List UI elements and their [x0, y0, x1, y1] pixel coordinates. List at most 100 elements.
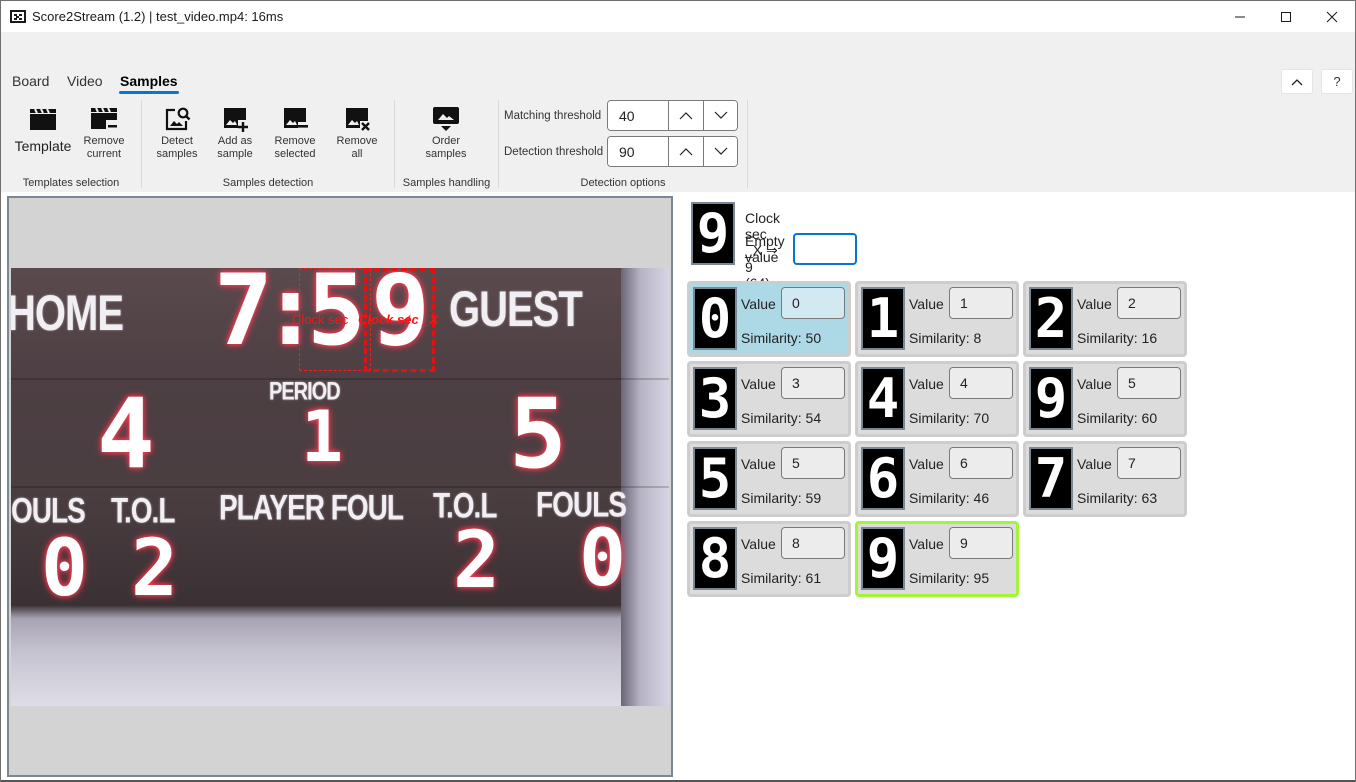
sample-value-input[interactable]: [1117, 287, 1181, 319]
detect-samples-button[interactable]: Detect samples: [152, 105, 202, 161]
template-label: Template: [14, 138, 72, 154]
home-tol-value: 2: [131, 524, 178, 614]
region-label-clock-sec-x: Clock sec _X: [358, 312, 439, 327]
sample-similarity: Similarity: 63: [1077, 490, 1158, 506]
group-templates-selection: Template Remove current Templates select…: [1, 97, 141, 192]
matching-threshold-decrement[interactable]: [703, 101, 737, 130]
sample-thumbnail: 7: [1029, 447, 1073, 510]
sample-value-input[interactable]: [781, 527, 845, 559]
add-as-sample-button[interactable]: Add as sample: [210, 105, 260, 161]
group-label-samples-handling: Samples handling: [402, 177, 491, 189]
sample-thumbnail: 9: [1029, 367, 1073, 430]
clapperboard-icon: [29, 105, 57, 133]
sample-card[interactable]: 1 Value Similarity: 8: [855, 281, 1019, 357]
sample-card[interactable]: 9 Value Similarity: 95: [855, 521, 1019, 597]
chevron-down-icon: [714, 111, 727, 119]
sample-similarity: Similarity: 70: [909, 410, 990, 426]
sample-value-input[interactable]: [949, 527, 1013, 559]
sample-value-input[interactable]: [1117, 367, 1181, 399]
sample-value-input[interactable]: [1117, 447, 1181, 479]
sample-card[interactable]: 9 Value Similarity: 60: [1023, 361, 1187, 437]
minimize-button[interactable]: [1217, 1, 1263, 32]
remove-all-label: Remove all: [336, 135, 378, 160]
matching-threshold-increment[interactable]: [669, 101, 703, 130]
sample-thumbnail: 4: [861, 367, 905, 430]
video-viewer[interactable]: HOME GUEST PERIOD OULS T.O.L PLAYER FOUL…: [7, 196, 673, 777]
group-separator: [747, 100, 748, 188]
sample-value-label: Value: [909, 296, 944, 312]
sample-card[interactable]: 5 Value Similarity: 59: [687, 441, 851, 517]
tab-video[interactable]: Video: [67, 73, 103, 89]
sample-card[interactable]: 3 Value Similarity: 54: [687, 361, 851, 437]
detection-threshold-input[interactable]: [608, 137, 669, 166]
sample-thumbnail: 9: [861, 527, 905, 590]
sample-value-label: Value: [741, 536, 776, 552]
close-button[interactable]: [1309, 1, 1355, 32]
sample-value-input[interactable]: [781, 367, 845, 399]
sample-value-input[interactable]: [949, 447, 1013, 479]
scoreboard-label-home: HOME: [11, 286, 124, 341]
guest-fouls-value: 0: [579, 514, 626, 604]
sample-value-input[interactable]: [949, 367, 1013, 399]
detection-threshold-spinner: [607, 136, 738, 167]
maximize-icon: [1281, 11, 1291, 22]
sample-card[interactable]: 8 Value Similarity: 61: [687, 521, 851, 597]
remove-current-label: Remove current: [83, 135, 125, 160]
empty-value-input[interactable]: [792, 233, 857, 265]
sample-value-label: Value: [741, 296, 776, 312]
tab-samples[interactable]: Samples: [119, 73, 179, 94]
period-value: 1: [301, 396, 344, 478]
app-logo-icon: [10, 10, 26, 23]
sample-similarity: Similarity: 60: [1077, 410, 1158, 426]
sample-value-input[interactable]: [781, 447, 845, 479]
matching-threshold-spinner: [607, 100, 738, 131]
sample-thumbnail: 3: [693, 367, 737, 430]
maximize-button[interactable]: [1263, 1, 1309, 32]
region-label-clock-sec: Clock sec: [292, 312, 349, 327]
sample-value-input[interactable]: [781, 287, 845, 319]
sample-similarity: Similarity: 50: [741, 330, 822, 346]
sample-thumbnail: 5: [693, 447, 737, 510]
sample-thumbnail: 0: [693, 287, 737, 350]
sample-card[interactable]: 6 Value Similarity: 46: [855, 441, 1019, 517]
sample-card[interactable]: 7 Value Similarity: 63: [1023, 441, 1187, 517]
sample-similarity: Similarity: 95: [909, 570, 990, 586]
sample-digit: 9: [866, 527, 900, 590]
minimize-icon: [1235, 16, 1245, 17]
detection-threshold-row: Detection threshold: [504, 136, 738, 167]
sample-value-input[interactable]: [949, 287, 1013, 319]
tab-board[interactable]: Board: [12, 73, 49, 89]
matching-threshold-label: Matching threshold: [504, 109, 602, 122]
collapse-ribbon-button[interactable]: [1281, 69, 1313, 94]
sample-digit: 6: [866, 447, 900, 510]
remove-current-button[interactable]: Remove current: [79, 105, 129, 161]
add-as-sample-label: Add as sample: [217, 135, 253, 160]
sample-digit: 2: [1034, 287, 1068, 350]
sample-card[interactable]: 0 Value Similarity: 50: [687, 281, 851, 357]
sample-digit: 0: [698, 287, 732, 350]
sample-value-label: Value: [741, 456, 776, 472]
sample-value-label: Value: [1077, 296, 1112, 312]
sample-value-label: Value: [741, 376, 776, 392]
image-search-icon: [163, 105, 191, 133]
sample-digit: 1: [866, 287, 900, 350]
help-button[interactable]: ?: [1321, 69, 1353, 94]
scoreboard-label-guest: GUEST: [449, 282, 583, 337]
remove-selected-button[interactable]: Remove selected: [269, 105, 321, 161]
video-frame[interactable]: HOME GUEST PERIOD OULS T.O.L PLAYER FOUL…: [11, 268, 669, 706]
menu-band: [1, 32, 1355, 65]
template-button[interactable]: Template: [15, 105, 71, 155]
sample-similarity: Similarity: 54: [741, 410, 822, 426]
current-sample-thumbnail: 9: [691, 202, 735, 265]
detection-threshold-label: Detection threshold: [504, 145, 604, 158]
home-score: 4: [97, 378, 155, 490]
matching-threshold-input[interactable]: [608, 101, 669, 130]
sample-card[interactable]: 4 Value Similarity: 70: [855, 361, 1019, 437]
sample-card[interactable]: 2 Value Similarity: 16: [1023, 281, 1187, 357]
detection-threshold-increment[interactable]: [669, 137, 703, 166]
detection-threshold-decrement[interactable]: [703, 137, 737, 166]
order-samples-button[interactable]: Order samples: [421, 105, 471, 161]
sample-digit: 3: [698, 367, 732, 430]
remove-all-button[interactable]: Remove all: [332, 105, 382, 161]
order-samples-label: Order samples: [425, 135, 467, 160]
